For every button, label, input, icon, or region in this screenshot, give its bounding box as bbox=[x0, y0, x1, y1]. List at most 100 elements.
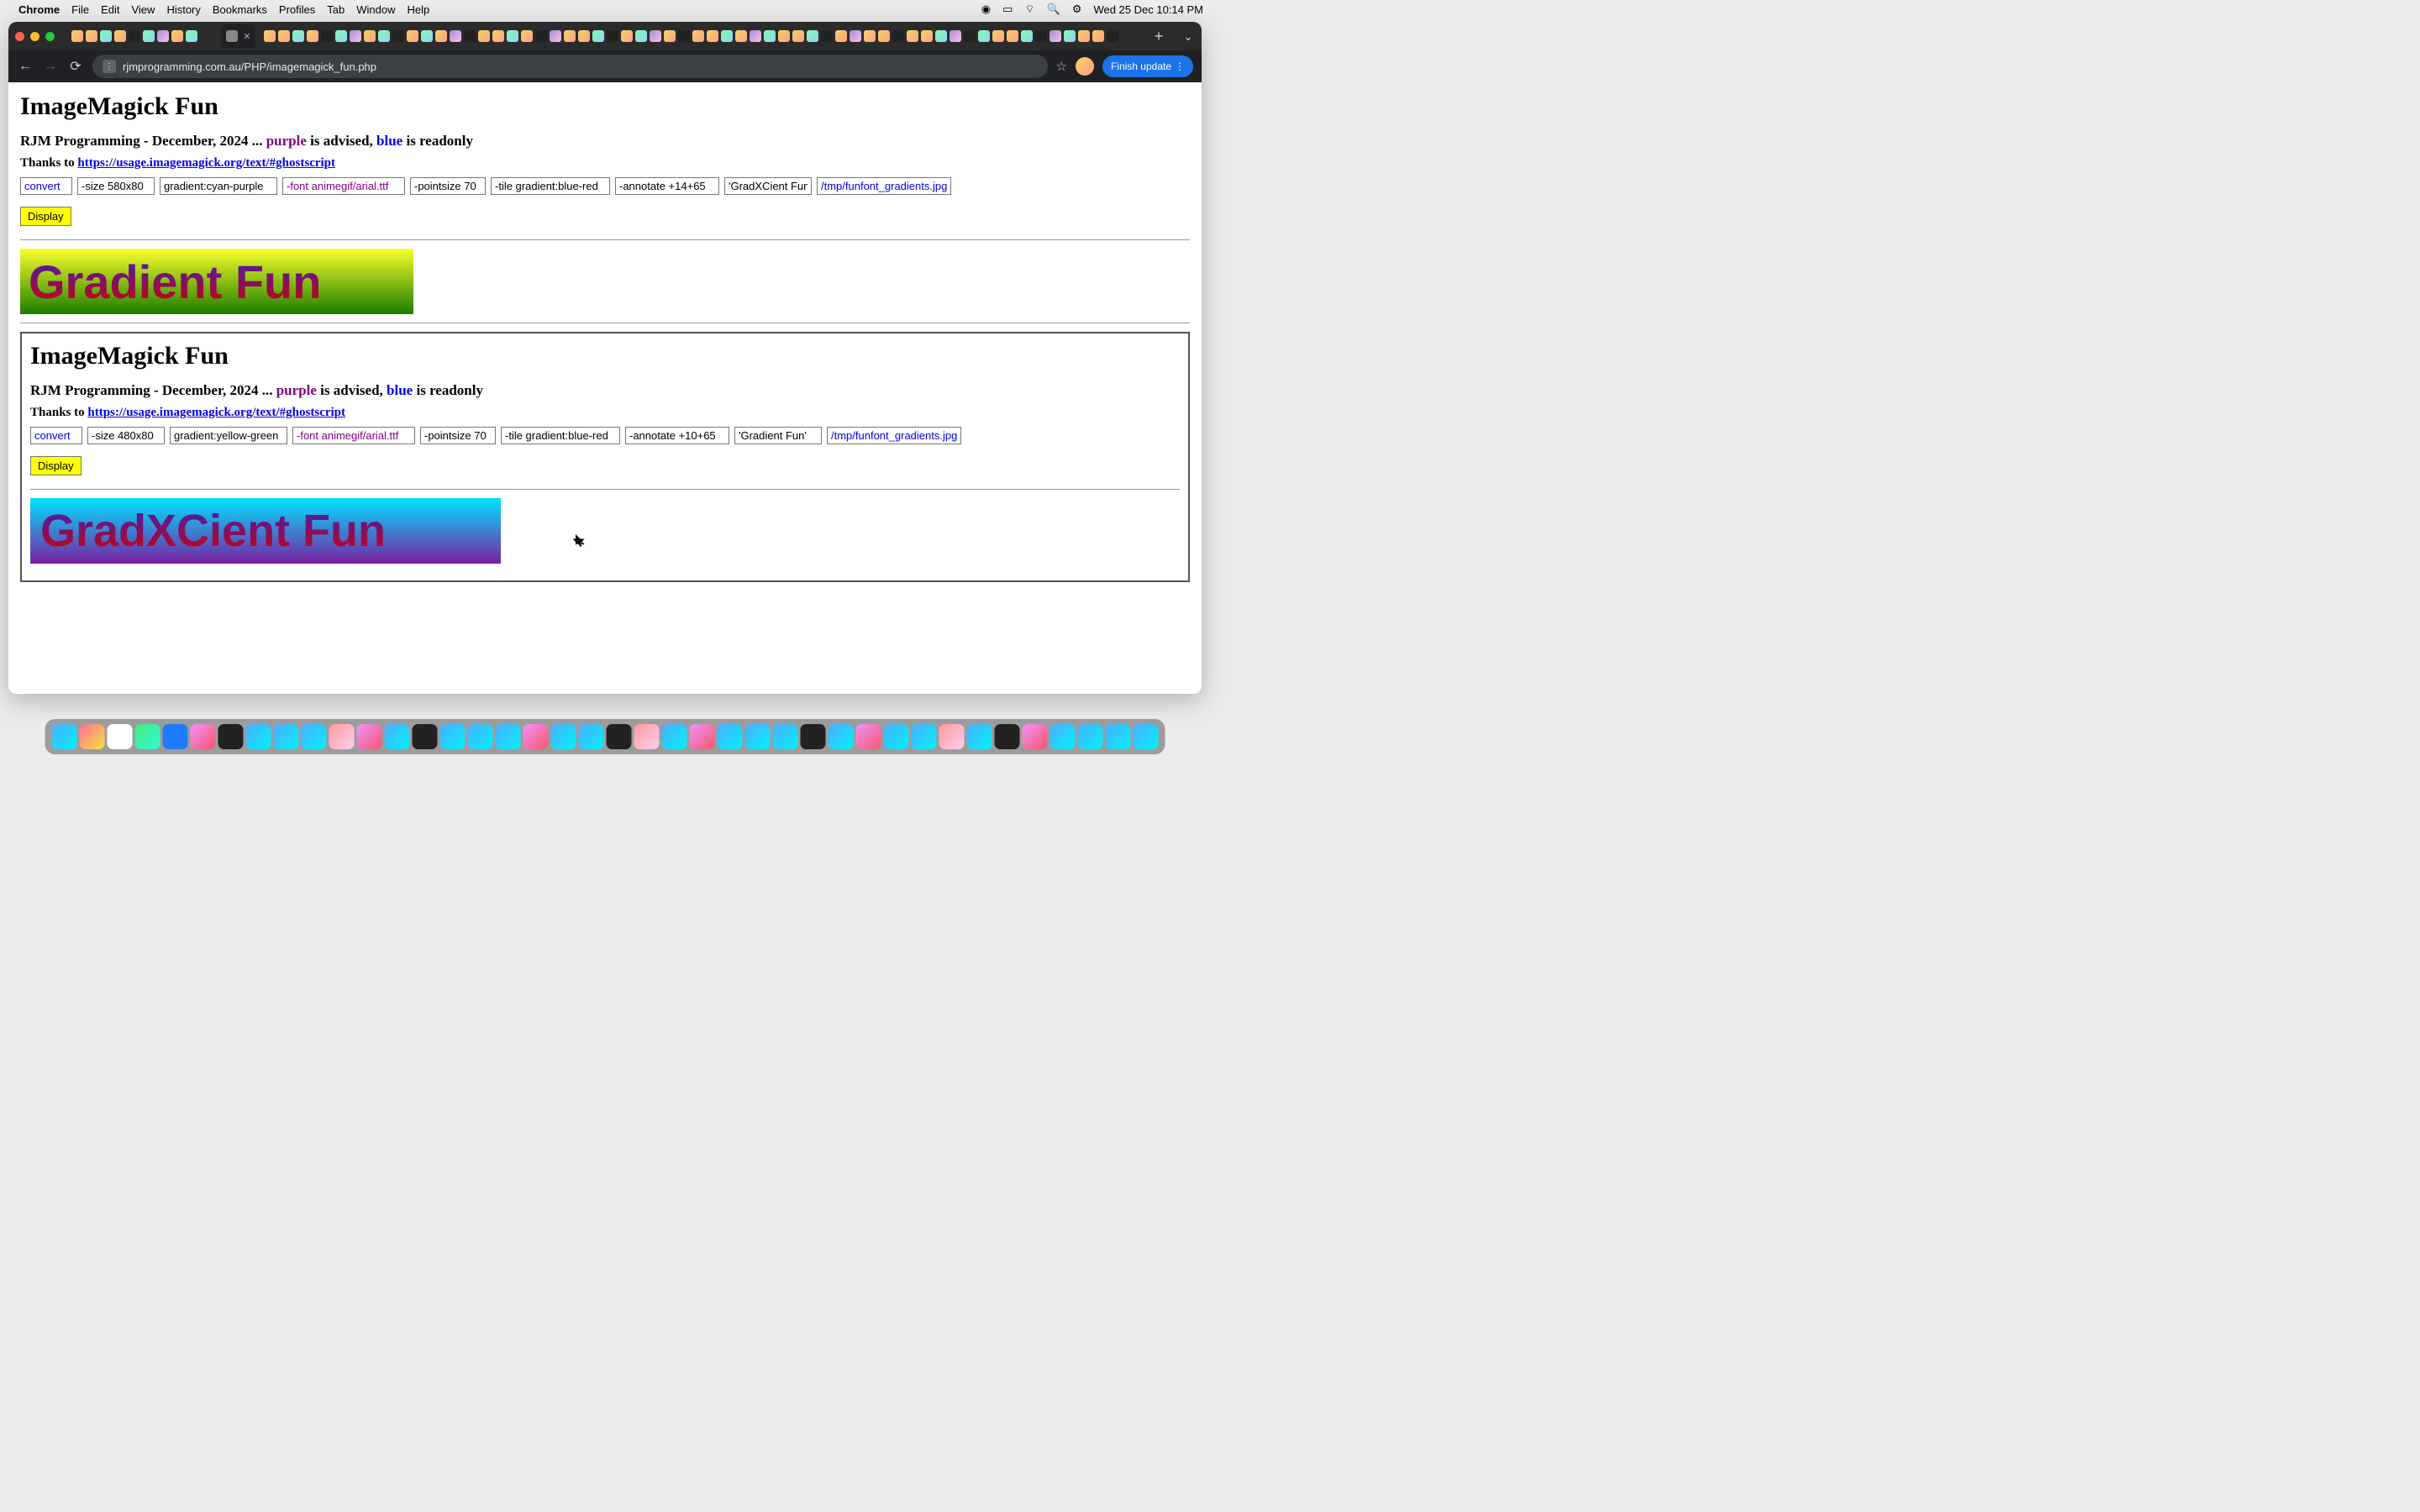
menu-tab[interactable]: Tab bbox=[327, 3, 345, 16]
spotlight-icon[interactable]: 🔍 bbox=[1047, 3, 1060, 16]
dock-app[interactable] bbox=[135, 724, 160, 749]
menu-help[interactable]: Help bbox=[408, 3, 430, 16]
dock-app[interactable] bbox=[274, 724, 299, 749]
dock-app[interactable] bbox=[912, 724, 937, 749]
display-button[interactable]: Display bbox=[20, 207, 71, 226]
profile-avatar[interactable] bbox=[1076, 57, 1094, 76]
window-zoom-button[interactable] bbox=[45, 32, 55, 41]
control-center-icon[interactable]: ⚙ bbox=[1072, 3, 1082, 16]
inner-cmd-output[interactable] bbox=[827, 427, 961, 444]
dock-app[interactable] bbox=[1134, 724, 1159, 749]
address-bar[interactable]: ⋮ rjmprogramming.com.au/PHP/imagemagick_… bbox=[92, 55, 1048, 78]
dock-app[interactable] bbox=[579, 724, 604, 749]
menu-edit[interactable]: Edit bbox=[101, 3, 119, 16]
dock-app[interactable] bbox=[191, 724, 216, 749]
gradient-image-2-text: GradXCient Fun bbox=[40, 505, 386, 557]
dock-app[interactable] bbox=[1106, 724, 1131, 749]
inner-cmd-font[interactable] bbox=[292, 427, 415, 444]
bookmark-star-icon[interactable]: ☆ bbox=[1056, 59, 1067, 74]
macos-dock[interactable] bbox=[45, 719, 1165, 754]
dock-app[interactable] bbox=[218, 724, 244, 749]
dock-app[interactable] bbox=[80, 724, 105, 749]
inner-thanks-link[interactable]: https://usage.imagemagick.org/text/#ghos… bbox=[87, 406, 345, 419]
inner-cmd-convert[interactable] bbox=[30, 427, 82, 444]
dock-app[interactable] bbox=[939, 724, 965, 749]
dock-app[interactable] bbox=[662, 724, 687, 749]
inner-cmd-text[interactable] bbox=[734, 427, 822, 444]
byline-suffix: is readonly bbox=[402, 133, 473, 149]
cmd-gradient[interactable] bbox=[160, 177, 277, 195]
dock-app[interactable] bbox=[690, 724, 715, 749]
dock-app[interactable] bbox=[413, 724, 438, 749]
tab-overflow-button[interactable]: ⌄ bbox=[1175, 29, 1202, 44]
cmd-text[interactable] bbox=[724, 177, 812, 195]
dock-app[interactable] bbox=[52, 724, 77, 749]
finish-update-button[interactable]: Finish update ⋮ bbox=[1102, 55, 1193, 77]
dock-app[interactable] bbox=[1078, 724, 1103, 749]
dock-app[interactable] bbox=[163, 724, 188, 749]
dock-app[interactable] bbox=[468, 724, 493, 749]
dock-app[interactable] bbox=[856, 724, 881, 749]
dock-app[interactable] bbox=[329, 724, 355, 749]
cmd-output[interactable] bbox=[817, 177, 951, 195]
dock-app[interactable] bbox=[718, 724, 743, 749]
site-info-icon[interactable]: ⋮ bbox=[103, 60, 116, 73]
window-close-button[interactable] bbox=[15, 32, 24, 41]
dock-app[interactable] bbox=[385, 724, 410, 749]
cmd-annotate[interactable] bbox=[615, 177, 719, 195]
dock-app[interactable] bbox=[773, 724, 798, 749]
window-minimize-button[interactable] bbox=[30, 32, 39, 41]
wifi-icon[interactable]: ⌔ bbox=[1024, 3, 1034, 16]
cmd-font[interactable] bbox=[282, 177, 405, 195]
dock-app[interactable] bbox=[995, 724, 1020, 749]
menu-window[interactable]: Window bbox=[356, 3, 395, 16]
dock-app[interactable] bbox=[607, 724, 632, 749]
dock-app[interactable] bbox=[551, 724, 576, 749]
inner-byline-suffix: is readonly bbox=[413, 382, 483, 398]
dock-app[interactable] bbox=[496, 724, 521, 749]
inner-cmd-size[interactable] bbox=[87, 427, 165, 444]
menu-history[interactable]: History bbox=[166, 3, 200, 16]
thanks-link[interactable]: https://usage.imagemagick.org/text/#ghos… bbox=[77, 156, 335, 170]
dock-app[interactable] bbox=[745, 724, 771, 749]
new-tab-button[interactable]: + bbox=[1146, 28, 1172, 45]
dock-app[interactable] bbox=[801, 724, 826, 749]
dock-app[interactable] bbox=[1023, 724, 1048, 749]
dock-app[interactable] bbox=[440, 724, 466, 749]
menubar-app-name[interactable]: Chrome bbox=[18, 3, 60, 16]
dock-app[interactable] bbox=[634, 724, 660, 749]
dock-app[interactable] bbox=[357, 724, 382, 749]
inner-cmd-pointsize[interactable] bbox=[420, 427, 496, 444]
dock-app[interactable] bbox=[967, 724, 992, 749]
active-tab[interactable]: ✕ bbox=[221, 24, 255, 48]
menu-view[interactable]: View bbox=[131, 3, 155, 16]
menu-profiles[interactable]: Profiles bbox=[279, 3, 315, 16]
battery-icon[interactable]: ▭ bbox=[1002, 3, 1013, 16]
back-button[interactable]: ← bbox=[17, 59, 34, 74]
page-viewport[interactable]: ImageMagick Fun RJM Programming - Decemb… bbox=[8, 82, 1202, 694]
dock-app[interactable] bbox=[523, 724, 549, 749]
pinned-tabs-group-1[interactable] bbox=[66, 30, 218, 42]
dock-app[interactable] bbox=[302, 724, 327, 749]
dock-app[interactable] bbox=[884, 724, 909, 749]
now-playing-icon[interactable]: ◉ bbox=[981, 3, 991, 16]
dock-app[interactable] bbox=[108, 724, 133, 749]
cmd-convert[interactable] bbox=[20, 177, 72, 195]
inner-display-button[interactable]: Display bbox=[30, 456, 82, 475]
pinned-tabs-group-2[interactable] bbox=[259, 30, 1142, 42]
cmd-size[interactable] bbox=[77, 177, 155, 195]
inner-cmd-annotate[interactable] bbox=[625, 427, 729, 444]
dock-app[interactable] bbox=[1050, 724, 1076, 749]
cmd-tile[interactable] bbox=[491, 177, 610, 195]
dock-app[interactable] bbox=[829, 724, 854, 749]
reload-button[interactable]: ⟳ bbox=[67, 58, 84, 75]
menu-bookmarks[interactable]: Bookmarks bbox=[213, 3, 267, 16]
forward-button[interactable]: → bbox=[42, 59, 59, 74]
dock-app[interactable] bbox=[246, 724, 271, 749]
cmd-pointsize[interactable] bbox=[410, 177, 486, 195]
menu-file[interactable]: File bbox=[71, 3, 89, 16]
inner-cmd-tile[interactable] bbox=[501, 427, 620, 444]
menubar-clock[interactable]: Wed 25 Dec 10:14 PM bbox=[1093, 3, 1203, 16]
inner-cmd-gradient[interactable] bbox=[170, 427, 287, 444]
tab-close-icon[interactable]: ✕ bbox=[243, 31, 250, 42]
